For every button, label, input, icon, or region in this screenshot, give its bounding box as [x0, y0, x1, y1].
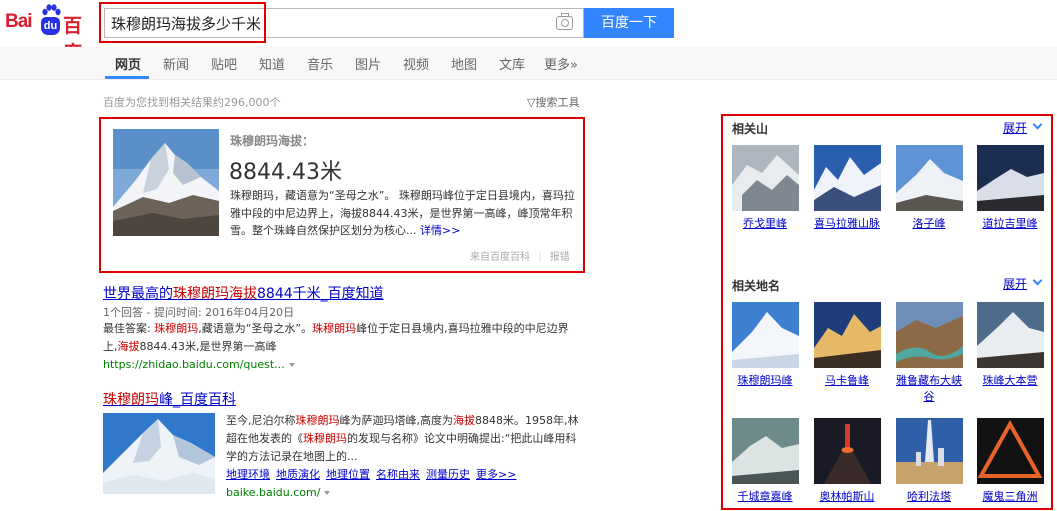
title-highlight: 珠穆朗玛海拔	[173, 286, 257, 302]
caption-devil-delta[interactable]: 魔鬼三角洲	[974, 489, 1046, 505]
url-text: baike.baidu.com/	[226, 486, 321, 499]
caption-k2[interactable]: 乔戈里峰	[729, 216, 801, 232]
active-tab-indicator	[105, 76, 149, 79]
title-highlight: 珠穆朗玛	[103, 392, 159, 408]
result-1-snippet: 最佳答案: 珠穆朗玛,藏语意为“圣母之水”。珠穆朗玛峰位于定日县境内,喜玛拉雅中…	[103, 320, 583, 356]
thumb-everest[interactable]	[732, 302, 799, 368]
highlight-box-search	[99, 2, 266, 43]
answer-source-text[interactable]: 来自百度百科	[470, 252, 530, 263]
answer-label: 珠穆朗玛海拔：	[230, 134, 315, 148]
thumb-himalayas[interactable]	[814, 145, 881, 211]
snippet-highlight: 珠穆朗玛	[154, 322, 199, 335]
tab-web[interactable]: 网页	[115, 54, 141, 73]
snippet-highlight: 珠穆朗玛	[303, 432, 347, 445]
sublink-geology[interactable]: 地质演化	[276, 468, 320, 481]
nav-tabs: 网页 新闻 贴吧 知道 音乐 图片 视频 地图 文库 更多»	[0, 47, 1057, 80]
caption-dhaulagiri[interactable]: 道拉吉里峰	[974, 216, 1046, 232]
thumb-basecamp[interactable]	[977, 302, 1044, 368]
snippet-text: 8844.43米,是世界第一高峰	[139, 340, 277, 353]
url-text: https://zhidao.baidu.com/quest...	[103, 358, 285, 371]
related-places-title: 相关地名	[732, 279, 781, 293]
expand-mountains-link[interactable]: 展开	[1003, 119, 1027, 136]
snippet-highlight: 珠穆朗玛	[312, 322, 357, 335]
answer-value: 8844.43米	[229, 160, 342, 185]
snippet-text: 至今,尼泊尔称	[226, 414, 296, 427]
caption-kangchenjunga[interactable]: 千城章嘉峰	[729, 489, 801, 505]
answer-more-link[interactable]: 详情>>	[420, 224, 460, 237]
caption-makalu[interactable]: 马卡鲁峰	[811, 373, 883, 389]
title-text: 8844千米	[257, 286, 321, 302]
snippet-text: 最佳答案:	[103, 322, 155, 335]
tab-music[interactable]: 音乐	[307, 54, 333, 73]
sublink-geo-env[interactable]: 地理环境	[226, 468, 270, 481]
expand-places-link[interactable]: 展开	[1003, 275, 1027, 292]
result-2-title[interactable]: 珠穆朗玛峰_百度百科	[103, 389, 236, 409]
search-button[interactable]: 百度一下	[584, 8, 674, 38]
answer-description: 珠穆朗玛，藏语意为“圣母之水”。 珠穆朗玛峰位于定日县境内，喜玛拉雅中段的中尼边…	[230, 187, 582, 240]
result-count: 百度为您找到相关结果约296,000个	[103, 96, 281, 109]
title-text: 峰_百度百科	[159, 392, 236, 408]
tab-more[interactable]: 更多»	[544, 54, 578, 73]
tab-images[interactable]: 图片	[355, 54, 381, 73]
result-1-meta: 1个回答 - 提问时间: 2016年04月20日	[103, 306, 295, 319]
title-text: _百度知道	[320, 286, 384, 302]
snippet-highlight: 海拔	[117, 340, 140, 353]
snippet-text: ,藏语意为“圣母之水”。	[198, 322, 313, 335]
result-1-url[interactable]: https://zhidao.baidu.com/quest...	[103, 358, 295, 371]
result-2-snippet: 至今,尼泊尔称珠穆朗玛峰为萨迦玛塔峰,高度为海拔8848米。1958年,林超在他…	[226, 412, 582, 466]
snippet-highlight: 珠穆朗玛	[295, 414, 340, 427]
caption-everest[interactable]: 珠穆朗玛峰	[729, 373, 801, 389]
tab-wenku[interactable]: 文库	[499, 54, 525, 73]
logo-badge: du	[41, 17, 60, 35]
report-link[interactable]: 报错	[550, 252, 570, 263]
result-2-url[interactable]: baike.baidu.com/	[226, 486, 331, 499]
sublink-more[interactable]: 更多>>	[476, 468, 516, 481]
result-1-title[interactable]: 世界最高的珠穆朗玛海拔8844千米_百度知道	[103, 283, 384, 303]
thumb-olympus[interactable]	[814, 418, 881, 484]
thumb-lhotse[interactable]	[896, 145, 963, 211]
tab-news[interactable]: 新闻	[163, 54, 189, 73]
thumb-k2[interactable]	[732, 145, 799, 211]
tab-zhidao[interactable]: 知道	[259, 54, 285, 73]
caption-basecamp[interactable]: 珠峰大本营	[974, 373, 1046, 389]
everest-image[interactable]	[113, 129, 219, 236]
snippet-highlight: 海拔	[453, 414, 475, 427]
tab-tieba[interactable]: 贴吧	[211, 54, 237, 73]
tab-video[interactable]: 视频	[403, 54, 429, 73]
url-dropdown-icon[interactable]	[324, 491, 331, 495]
caption-lhotse[interactable]: 洛子峰	[893, 216, 965, 232]
sublink-survey-history[interactable]: 测量历史	[426, 468, 470, 481]
thumb-devil-delta[interactable]	[977, 418, 1044, 484]
sublink-location[interactable]: 地理位置	[326, 468, 370, 481]
snippet-text: 峰为萨迦玛塔峰,高度为	[339, 414, 454, 427]
baidu-logo[interactable]: Bai du 百度	[5, 3, 95, 64]
result-2-sublinks: 地理环境 地质演化 地理位置 名称由来 测量历史 更多>>	[226, 466, 522, 482]
thumb-burj-khalifa[interactable]	[896, 418, 963, 484]
search-tools-button[interactable]: ▽搜索工具	[527, 94, 579, 110]
thumb-makalu[interactable]	[814, 302, 881, 368]
result-2-image[interactable]	[103, 413, 215, 494]
related-mountains-title: 相关山	[732, 122, 769, 136]
caption-yarlung[interactable]: 雅鲁藏布大峡谷	[893, 373, 965, 405]
answer-description-text: 珠穆朗玛，藏语意为“圣母之水”。 珠穆朗玛峰位于定日县境内，喜玛拉雅中段的中尼边…	[230, 189, 575, 237]
caption-olympus[interactable]: 奥林帕斯山	[811, 489, 883, 505]
caption-himalayas[interactable]: 喜马拉雅山脉	[811, 216, 883, 232]
caption-burj-khalifa[interactable]: 哈利法塔	[893, 489, 965, 505]
camera-icon[interactable]	[556, 13, 573, 30]
logo-text-left: Bai	[5, 11, 33, 32]
sublink-name-origin[interactable]: 名称由来	[376, 468, 420, 481]
thumb-kangchenjunga[interactable]	[732, 418, 799, 484]
tab-map[interactable]: 地图	[451, 54, 477, 73]
thumb-yarlung[interactable]	[896, 302, 963, 368]
title-text: 世界最高的	[103, 286, 173, 302]
search-tools-label: 搜索工具	[535, 96, 580, 109]
answer-source: 来自百度百科 | 报错	[470, 252, 570, 263]
url-dropdown-icon[interactable]	[288, 363, 295, 367]
thumb-dhaulagiri[interactable]	[977, 145, 1044, 211]
